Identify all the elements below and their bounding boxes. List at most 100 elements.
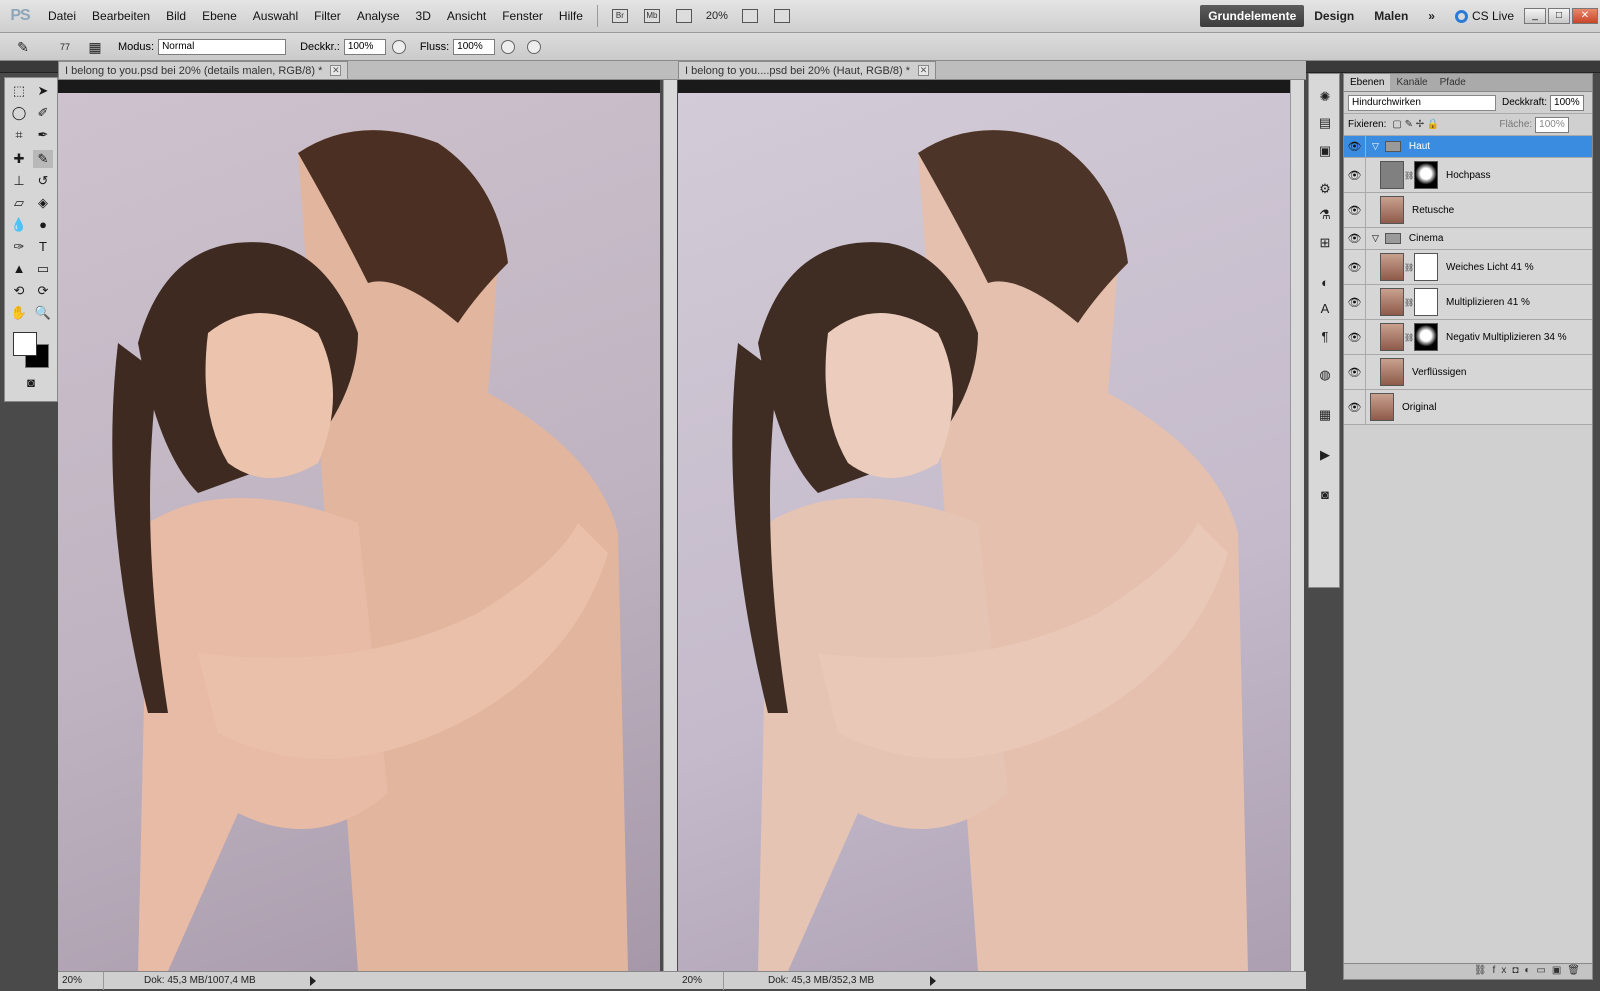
chain-link-icon[interactable]: ⛓: [1404, 298, 1414, 307]
menu-hilfe[interactable]: Hilfe: [551, 0, 591, 33]
visibility-eye-icon[interactable]: 👁: [1344, 193, 1366, 227]
menu-analyse[interactable]: Analyse: [349, 0, 408, 33]
document-tab-2[interactable]: I belong to you....psd bei 20% (Haut, RG…: [678, 61, 937, 79]
visibility-eye-icon[interactable]: 👁: [1344, 250, 1366, 284]
brush-tool-icon[interactable]: ✎: [33, 150, 53, 168]
visibility-eye-icon[interactable]: 👁: [1344, 136, 1366, 157]
move-tool-icon[interactable]: ➤: [33, 82, 53, 100]
quick-mask-icon[interactable]: ◙: [21, 374, 41, 392]
visibility-eye-icon[interactable]: 👁: [1344, 355, 1366, 389]
marquee-tool-icon[interactable]: ⬚: [9, 82, 29, 100]
zoom-field[interactable]: 20%: [58, 971, 104, 990]
brush-tool-preset-icon[interactable]: ✎: [14, 39, 32, 55]
maximize-button[interactable]: □: [1548, 8, 1570, 24]
layer-row[interactable]: 👁 Original: [1344, 390, 1592, 425]
eyedropper-tool-icon[interactable]: ✒: [33, 126, 53, 144]
eraser-tool-icon[interactable]: ▱: [9, 194, 29, 212]
status-menu-arrow-icon[interactable]: [310, 975, 316, 986]
history-brush-tool-icon[interactable]: ↺: [33, 172, 53, 190]
layer-row[interactable]: 👁 ⛓ Negativ Multiplizieren 34 %: [1344, 320, 1592, 355]
adjustments-panel-icon[interactable]: ⚙: [1315, 180, 1335, 198]
layer-row[interactable]: 👁 Retusche: [1344, 193, 1592, 228]
hand-tool-icon[interactable]: ✋: [9, 304, 29, 322]
close-window-button[interactable]: ✕: [1572, 8, 1598, 24]
clone-stamp-tool-icon[interactable]: ⊥: [9, 172, 29, 190]
3d-orbit-tool-icon[interactable]: ⟳: [33, 282, 53, 300]
menu-ebene[interactable]: Ebene: [194, 0, 245, 33]
group-expand-icon[interactable]: ▽: [1372, 233, 1379, 244]
fluss-field[interactable]: 100%: [453, 38, 496, 55]
chain-link-icon[interactable]: ⛓: [1404, 171, 1414, 180]
crop-tool-icon[interactable]: ⌗: [9, 126, 29, 144]
layer-comps-panel-icon[interactable]: ▦: [1315, 406, 1335, 424]
spot-healing-tool-icon[interactable]: ✚: [9, 150, 29, 168]
visibility-eye-icon[interactable]: 👁: [1344, 320, 1366, 354]
panel-collapse-strip[interactable]: [1306, 61, 1600, 73]
paint-bucket-tool-icon[interactable]: ◈: [33, 194, 53, 212]
layer-row[interactable]: 👁 Verflüssigen: [1344, 355, 1592, 390]
brushes-panel-icon[interactable]: ◐: [1315, 274, 1335, 292]
close-tab-icon[interactable]: ✕: [918, 65, 930, 76]
layer-row[interactable]: 👁 ⛓ Weiches Licht 41 %: [1344, 250, 1592, 285]
status-menu-arrow-icon[interactable]: [930, 975, 936, 986]
menu-bild[interactable]: Bild: [158, 0, 194, 33]
type-tool-icon[interactable]: T: [33, 238, 53, 256]
menu-datei[interactable]: Datei: [40, 0, 84, 33]
modus-select[interactable]: Normal: [158, 38, 287, 55]
group-expand-icon[interactable]: ▽: [1372, 141, 1379, 152]
brush-size-picker[interactable]: 77: [56, 39, 74, 55]
3d-rotate-tool-icon[interactable]: ⟲: [9, 282, 29, 300]
menu-ansicht[interactable]: Ansicht: [439, 0, 494, 33]
document-canvas-2[interactable]: [678, 80, 1294, 971]
screen-mode-icon[interactable]: [773, 9, 790, 23]
menu-auswahl[interactable]: Auswahl: [245, 0, 306, 33]
menu-3d[interactable]: 3D: [408, 0, 439, 33]
path-selection-tool-icon[interactable]: ▲: [9, 260, 29, 278]
menu-fenster[interactable]: Fenster: [494, 0, 551, 33]
blend-mode-select[interactable]: Hindurchwirken: [1348, 94, 1496, 111]
chain-link-icon[interactable]: ⛓: [1404, 333, 1414, 342]
tab-ebenen[interactable]: Ebenen: [1344, 74, 1391, 91]
foreground-color-swatch[interactable]: [13, 332, 37, 356]
document-tab-1[interactable]: I belong to you.psd bei 20% (details mal…: [58, 61, 349, 79]
tab-pfade[interactable]: Pfade: [1434, 74, 1472, 91]
layer-row[interactable]: 👁 ⛓ Multiplizieren 41 %: [1344, 285, 1592, 320]
lock-icons[interactable]: ▢ ✎ ✢ 🔒: [1392, 119, 1439, 130]
navigator-panel-icon[interactable]: ✺: [1315, 88, 1335, 106]
lasso-tool-icon[interactable]: ◯: [9, 104, 29, 122]
panel-collapse-strip[interactable]: [0, 61, 60, 73]
layer-row[interactable]: 👁 ⛓ Hochpass: [1344, 158, 1592, 193]
camera-panel-icon[interactable]: ◙: [1315, 486, 1335, 504]
vertical-scrollbar[interactable]: [663, 80, 677, 971]
airbrush-icon[interactable]: [501, 39, 516, 54]
layer-row[interactable]: 👁 ▽ Haut: [1344, 136, 1592, 158]
swatches-panel-icon[interactable]: ◍: [1315, 366, 1335, 384]
tab-kanaele[interactable]: Kanäle: [1390, 74, 1433, 91]
zoom-tool-icon[interactable]: 🔍: [33, 304, 53, 322]
zoom-field[interactable]: 20%: [678, 971, 724, 990]
brush-panel-icon[interactable]: ▦: [86, 39, 104, 55]
fill-opacity-field[interactable]: 100%: [1535, 116, 1570, 133]
deckkraft-field[interactable]: 100%: [343, 38, 386, 55]
clone-source-panel-icon[interactable]: ⊞: [1315, 234, 1335, 252]
pressure-opacity-icon[interactable]: [391, 39, 406, 54]
bridge-icon[interactable]: Br: [611, 9, 628, 23]
view-extras-icon[interactable]: [675, 9, 692, 23]
character-panel-icon[interactable]: A: [1315, 300, 1335, 318]
visibility-eye-icon[interactable]: 👁: [1344, 158, 1366, 192]
layer-row[interactable]: 👁 ▽ Cinema: [1344, 228, 1592, 250]
cs-live-button[interactable]: CS Live: [1445, 9, 1524, 23]
paragraph-panel-icon[interactable]: ¶: [1315, 328, 1335, 346]
visibility-eye-icon[interactable]: 👁: [1344, 228, 1366, 249]
dodge-tool-icon[interactable]: ●: [33, 216, 53, 234]
minimize-button[interactable]: _: [1524, 8, 1546, 24]
shape-tool-icon[interactable]: ▭: [33, 260, 53, 278]
visibility-eye-icon[interactable]: 👁: [1344, 285, 1366, 319]
pressure-size-icon[interactable]: [527, 39, 542, 54]
vertical-scrollbar[interactable]: [1290, 80, 1304, 971]
minibridge-icon[interactable]: Mb: [643, 9, 660, 23]
menu-bearbeiten[interactable]: Bearbeiten: [84, 0, 158, 33]
styles-panel-icon[interactable]: ⚗: [1315, 206, 1335, 224]
workspace-malen[interactable]: Malen: [1364, 9, 1418, 23]
layer-opacity-field[interactable]: 100%: [1550, 94, 1585, 111]
